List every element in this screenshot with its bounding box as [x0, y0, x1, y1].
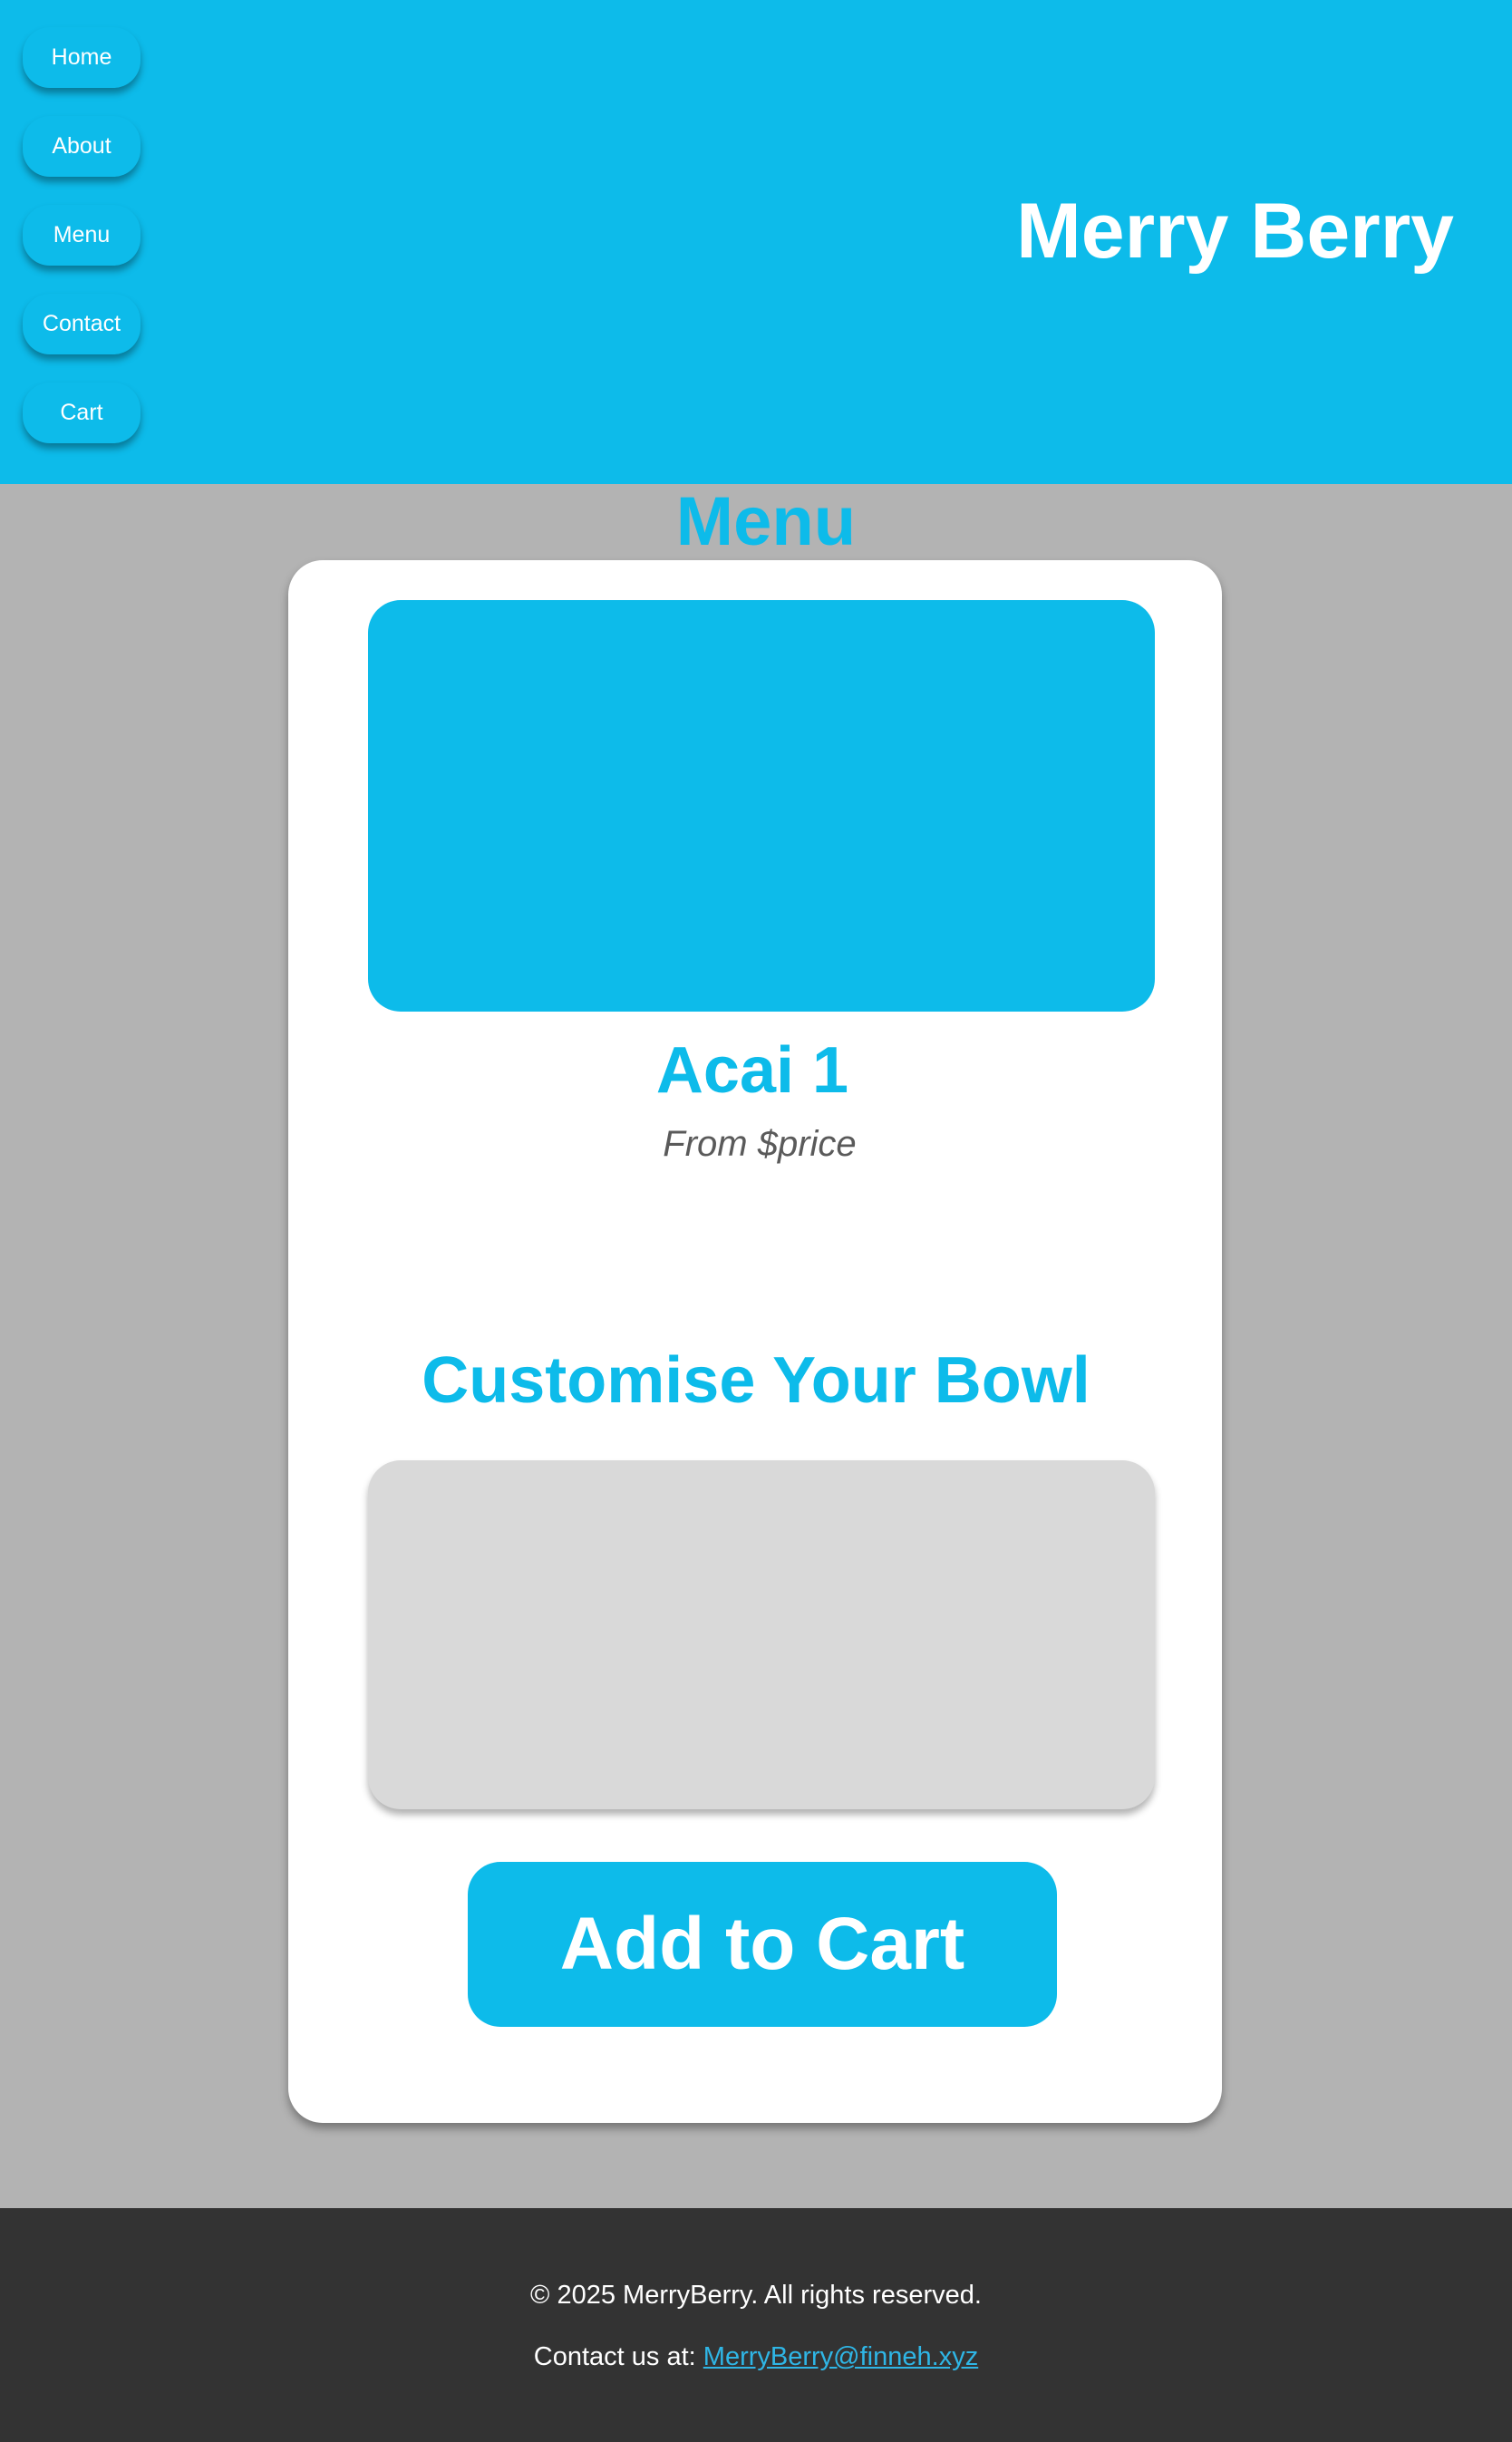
menu-item-card: Acai 1 From $price Customise Your Bowl A…: [288, 560, 1222, 2123]
footer-email-link[interactable]: MerryBerry@finneh.xyz: [703, 2342, 978, 2371]
item-name: Acai 1: [655, 1034, 849, 1107]
nav-cart-button[interactable]: Cart: [23, 383, 141, 443]
site-header: Home About Menu Contact Cart Merry Berry: [0, 0, 1512, 484]
nav-home-button[interactable]: Home: [23, 27, 141, 88]
footer-copyright: © 2025 MerryBerry. All rights reserved.: [530, 2281, 982, 2310]
footer-contact: Contact us at: MerryBerry@finneh.xyz: [0, 2342, 1512, 2372]
nav-contact-button[interactable]: Contact: [23, 294, 141, 354]
customise-heading: Customise Your Bowl: [422, 1344, 1090, 1417]
nav-about-button[interactable]: About: [23, 116, 141, 177]
footer-contact-label: Contact us at:: [533, 2342, 696, 2371]
add-to-cart-button[interactable]: Add to Cart: [468, 1862, 1057, 2027]
customise-options-panel: [368, 1460, 1155, 1809]
item-price: From $price: [663, 1124, 857, 1164]
site-title: Merry Berry: [1016, 188, 1454, 275]
page-title: Menu: [675, 483, 857, 560]
nav-menu-button[interactable]: Menu: [23, 205, 141, 266]
site-footer: © 2025 MerryBerry. All rights reserved. …: [0, 2208, 1512, 2442]
main-nav: Home About Menu Contact Cart: [23, 27, 141, 471]
item-image: [368, 600, 1155, 1012]
